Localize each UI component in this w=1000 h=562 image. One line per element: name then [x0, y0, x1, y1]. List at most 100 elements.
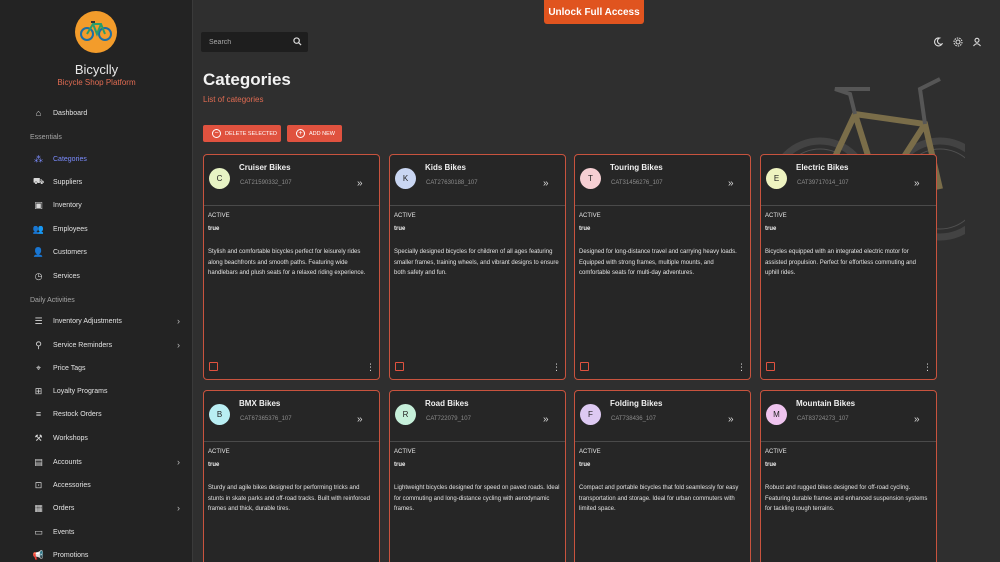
section-label-essentials: Essentials [30, 134, 62, 141]
category-avatar: K [395, 168, 416, 189]
category-title: Touring Bikes [610, 163, 663, 172]
sidebar-item-label: Workshops [53, 434, 88, 442]
sidebar-item-service-reminders[interactable]: ⚲ Service Reminders › [0, 335, 192, 355]
add-new-button[interactable]: + ADD NEW [287, 125, 342, 142]
chevron-right-icon: › [177, 457, 180, 467]
sidebar-item-suppliers[interactable]: ⛟ Suppliers [0, 172, 192, 192]
truck-icon: ⛟ [32, 176, 45, 186]
sidebar-item-label: Dashboard [53, 109, 88, 117]
sidebar-item-restock-orders[interactable]: ≡ Restock Orders [0, 404, 192, 424]
status-label: ACTIVE [394, 449, 416, 455]
sidebar-item-label: Promotions [53, 551, 89, 559]
card-divider [204, 441, 379, 442]
category-title: Folding Bikes [610, 399, 663, 408]
card-divider [761, 205, 936, 206]
sidebar-item-price-tags[interactable]: ⌖ Price Tags [0, 358, 192, 378]
sidebar-item-categories[interactable]: ⁂ Categories [0, 149, 192, 169]
categories-icon: ⁂ [34, 153, 43, 164]
sidebar-item-label: Inventory [53, 201, 82, 209]
open-details-chevrons-icon[interactable]: » [543, 178, 549, 189]
sidebar-item-label: Accessories [53, 481, 91, 489]
sidebar-item-customers[interactable]: 👤 Customers [0, 242, 192, 262]
unlock-full-access-button[interactable]: Unlock Full Access [544, 0, 644, 24]
more-options-kebab-icon[interactable]: ⋮ [552, 362, 561, 373]
megaphone-icon: 📢 [32, 549, 45, 560]
open-details-chevrons-icon[interactable]: » [543, 414, 549, 425]
sidebar-item-label: Events [53, 528, 75, 536]
sidebar-item-employees[interactable]: 👥 Employees [0, 219, 192, 239]
sidebar-item-accounts[interactable]: ▤ Accounts › [0, 452, 192, 472]
sidebar-item-promotions[interactable]: 📢 Promotions [0, 545, 192, 562]
card-divider [204, 205, 379, 206]
sidebar-item-inventory[interactable]: ▣ Inventory [0, 195, 192, 215]
select-checkbox[interactable] [209, 362, 218, 371]
category-id: CAT39717014_107 [797, 180, 849, 186]
tag-icon: ⌖ [35, 362, 42, 373]
open-details-chevrons-icon[interactable]: » [357, 178, 363, 189]
more-options-kebab-icon[interactable]: ⋮ [366, 362, 375, 373]
category-description: Stylish and comfortable bicycles perfect… [208, 249, 366, 277]
more-options-kebab-icon[interactable]: ⋮ [737, 362, 746, 373]
sidebar-item-label: Categories [53, 155, 87, 163]
category-description: Specially designed bicycles for children… [394, 249, 559, 277]
brand-title: Bicyclly [74, 62, 119, 77]
users-icon: 👥 [32, 223, 45, 234]
more-options-kebab-icon[interactable]: ⋮ [923, 362, 932, 373]
category-avatar: F [580, 404, 601, 425]
settings-gear-icon[interactable] [953, 37, 963, 47]
open-details-chevrons-icon[interactable]: » [914, 178, 920, 189]
user-profile-icon[interactable] [972, 37, 982, 47]
status-value: true [394, 226, 406, 232]
select-checkbox[interactable] [766, 362, 775, 371]
category-title: Electric Bikes [796, 163, 849, 172]
status-label: ACTIVE [579, 213, 601, 219]
category-card-touring-bikes: T Touring Bikes CAT31456276_107 » ACTIVE… [574, 154, 751, 380]
card-divider [761, 441, 936, 442]
search-icon[interactable] [293, 37, 302, 46]
category-title: BMX Bikes [239, 399, 281, 408]
sidebar-item-label: Inventory Adjustments [53, 317, 122, 325]
open-details-chevrons-icon[interactable]: » [728, 414, 734, 425]
services-icon: ◷ [34, 270, 43, 281]
sidebar-item-label: Loyalty Programs [53, 387, 108, 395]
sidebar-item-orders[interactable]: ▦ Orders › [0, 498, 192, 518]
sidebar-item-label: Service Reminders [53, 341, 113, 349]
chevron-right-icon: › [177, 340, 180, 350]
category-id: CAT21590332_107 [240, 180, 292, 186]
sidebar-item-events[interactable]: ▭ Events [0, 522, 192, 542]
open-details-chevrons-icon[interactable]: » [357, 414, 363, 425]
status-label: ACTIVE [765, 213, 787, 219]
sidebar-item-services[interactable]: ◷ Services [0, 266, 192, 286]
sidebar-item-label: Accounts [53, 458, 82, 466]
sidebar-item-loyalty-programs[interactable]: ⊞ Loyalty Programs [0, 381, 192, 401]
sidebar-item-workshops[interactable]: ⚒ Workshops [0, 428, 192, 448]
search-input[interactable] [201, 32, 291, 52]
section-label-daily-activities: Daily Activities [30, 297, 75, 304]
category-avatar: B [209, 404, 230, 425]
category-avatar: C [209, 168, 230, 189]
sidebar-item-accessories[interactable]: ⊡ Accessories [0, 475, 192, 495]
sidebar-item-inventory-adjustments[interactable]: ☰ Inventory Adjustments › [0, 311, 192, 331]
category-card-bmx-bikes: B BMX Bikes CAT67365376_107 » ACTIVE tru… [203, 390, 380, 562]
category-id: CAT83724273_107 [797, 416, 849, 422]
select-checkbox[interactable] [580, 362, 589, 371]
status-value: true [579, 226, 591, 232]
open-details-chevrons-icon[interactable]: » [728, 178, 734, 189]
add-new-label: ADD NEW [309, 130, 335, 137]
gift-icon: ⊞ [34, 385, 43, 396]
category-id: CAT31456276_107 [611, 180, 663, 186]
status-value: true [208, 226, 220, 232]
category-avatar: R [395, 404, 416, 425]
category-card-mountain-bikes: M Mountain Bikes CAT83724273_107 » ACTIV… [760, 390, 937, 562]
category-description: Sturdy and agile bikes designed for perf… [208, 485, 370, 513]
delete-selected-button[interactable]: − DELETE SELECTED [203, 125, 281, 142]
category-title: Kids Bikes [425, 163, 466, 172]
category-card-folding-bikes: F Folding Bikes CAT738436_107 » ACTIVE t… [574, 390, 751, 562]
status-value: true [765, 226, 777, 232]
dark-mode-moon-icon[interactable] [933, 37, 943, 47]
select-checkbox[interactable] [395, 362, 404, 371]
category-id: CAT738436_107 [611, 416, 656, 422]
sidebar-item-dashboard[interactable]: ⌂ Dashboard [0, 103, 192, 123]
open-details-chevrons-icon[interactable]: » [914, 414, 920, 425]
category-description: Bicycles equipped with an integrated ele… [765, 249, 916, 277]
